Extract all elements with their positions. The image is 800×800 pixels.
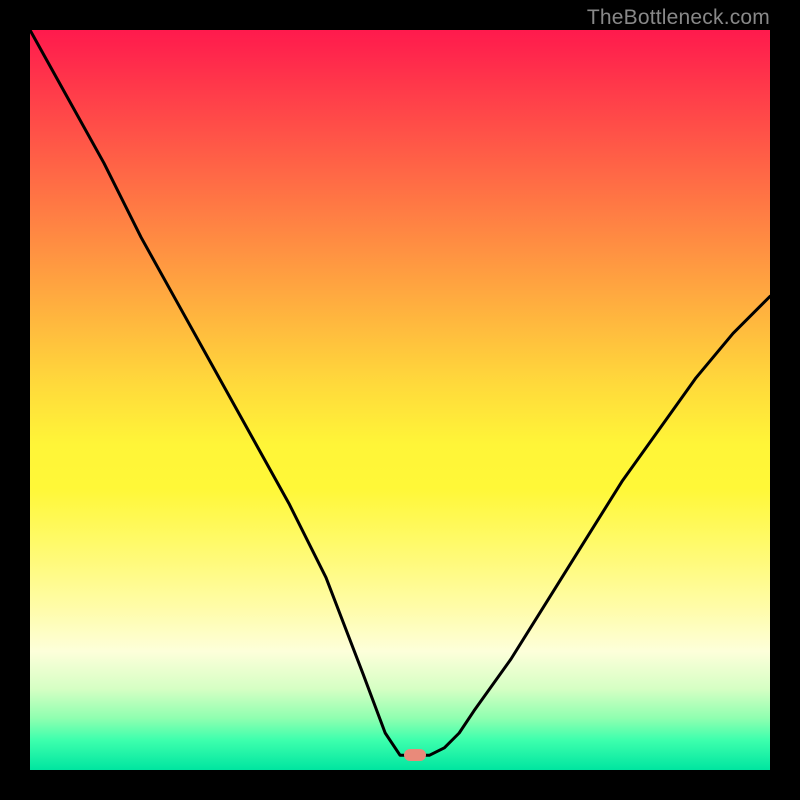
optimal-marker xyxy=(404,749,426,761)
chart-container: TheBottleneck.com xyxy=(0,0,800,800)
plot-area xyxy=(30,30,770,770)
bottleneck-curve xyxy=(30,30,770,770)
watermark-text: TheBottleneck.com xyxy=(587,6,770,30)
